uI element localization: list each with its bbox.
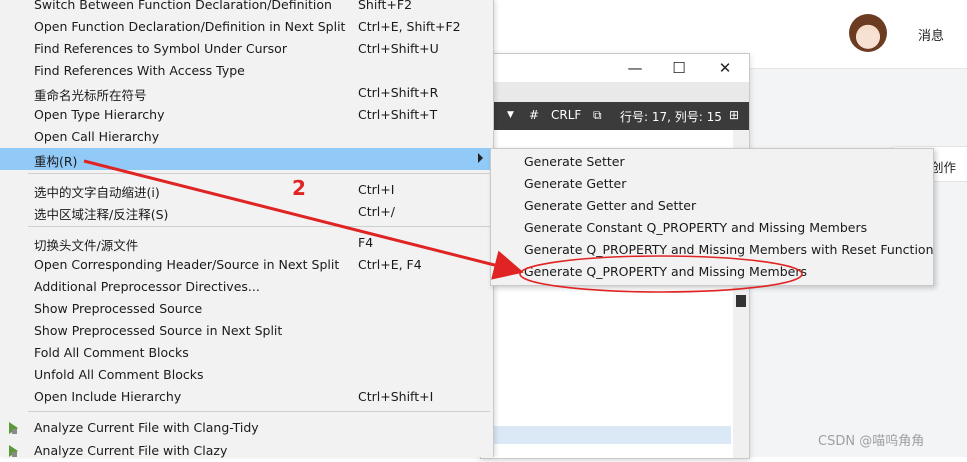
refactor-submenu: Generate Setter Generate Getter Generate… — [490, 148, 934, 286]
scrollbar-thumb[interactable] — [736, 295, 746, 307]
menu-item-open-include-hierarchy[interactable]: Open Include Hierarchy Ctrl+Shift+I — [0, 386, 493, 408]
menu-separator — [28, 226, 490, 227]
editor-status-bar: ▼ # CRLF ⧉ 行号: 17, 列号: 15 ⊞ — [481, 102, 749, 130]
menu-item-open-call-hierarchy[interactable]: Open Call Hierarchy — [0, 126, 493, 148]
menu-item-toggle-comment[interactable]: 选中区域注释/反注释(S) Ctrl+/ — [0, 201, 493, 223]
hash-indicator[interactable]: # — [529, 108, 539, 122]
analyze-run-icon — [9, 445, 18, 457]
menu-item-open-type-hierarchy[interactable]: Open Type Hierarchy Ctrl+Shift+T — [0, 104, 493, 126]
dropdown-icon[interactable]: ▼ — [507, 110, 514, 120]
menu-item-refactor[interactable]: 重构(R) — [0, 148, 493, 170]
menu-item-auto-indent[interactable]: 选中的文字自动缩进(i) Ctrl+I — [0, 179, 493, 201]
editor-tab-strip — [481, 82, 749, 103]
menu-item-show-preprocessed-source-next-split[interactable]: Show Preprocessed Source in Next Split — [0, 320, 493, 342]
menu-item-rename-symbol[interactable]: 重命名光标所在符号 Ctrl+Shift+R — [0, 82, 493, 104]
maximize-icon[interactable]: ☐ — [669, 58, 689, 78]
editor-title-bar: — ☐ ✕ — [481, 54, 749, 82]
menu-item-unfold-comment-blocks[interactable]: Unfold All Comment Blocks — [0, 364, 493, 386]
close-icon[interactable]: ✕ — [715, 58, 735, 78]
avatar[interactable] — [849, 14, 887, 52]
minimize-icon[interactable]: — — [625, 58, 645, 78]
submenu-item-generate-getter-setter[interactable]: Generate Getter and Setter — [491, 195, 933, 217]
menu-item-switch-header-source[interactable]: 切换头文件/源文件 F4 — [0, 232, 493, 254]
copy-icon[interactable]: ⧉ — [593, 108, 602, 123]
menu-separator — [28, 411, 490, 412]
line-ending-indicator[interactable]: CRLF — [551, 108, 581, 122]
submenu-item-generate-qproperty-reset[interactable]: Generate Q_PROPERTY and Missing Members … — [491, 239, 934, 261]
menu-item-find-references[interactable]: Find References to Symbol Under Cursor Ct… — [0, 38, 493, 60]
messages-link[interactable]: 消息 — [918, 25, 944, 44]
context-menu: Switch Between Function Declaration/Defi… — [0, 0, 494, 458]
create-button-label: 创作 — [931, 160, 957, 175]
menu-item-analyze-clang-tidy[interactable]: Analyze Current File with Clang-Tidy — [0, 417, 493, 439]
submenu-arrow-icon — [478, 153, 483, 163]
menu-item-show-preprocessed-source[interactable]: Show Preprocessed Source — [0, 298, 493, 320]
submenu-item-generate-setter[interactable]: Generate Setter — [491, 151, 933, 173]
menu-item-open-header-source-next-split[interactable]: Open Corresponding Header/Source in Next… — [0, 254, 493, 276]
submenu-item-generate-qproperty[interactable]: Generate Q_PROPERTY and Missing Members — [491, 261, 933, 283]
cursor-position[interactable]: 行号: 17, 列号: 15 — [620, 108, 722, 125]
current-line-highlight — [481, 426, 731, 444]
analyze-run-icon — [9, 422, 18, 434]
menu-separator — [28, 173, 490, 174]
submenu-item-generate-getter[interactable]: Generate Getter — [491, 173, 933, 195]
watermark: CSDN @喵呜角角 — [818, 434, 925, 449]
split-icon[interactable]: ⊞ — [729, 108, 739, 122]
menu-item-find-references-access-type[interactable]: Find References With Access Type — [0, 60, 493, 82]
menu-item-fold-comment-blocks[interactable]: Fold All Comment Blocks — [0, 342, 493, 364]
menu-item-analyze-clazy[interactable]: Analyze Current File with Clazy — [0, 440, 493, 462]
menu-item-preprocessor-directives[interactable]: Additional Preprocessor Directives... — [0, 276, 493, 298]
annotation-step-number: 2 — [292, 176, 306, 200]
menu-item-switch-declaration-definition[interactable]: Switch Between Function Declaration/Defi… — [0, 0, 493, 16]
menu-item-open-declaration-next-split[interactable]: Open Function Declaration/Definition in … — [0, 16, 493, 38]
submenu-item-generate-constant-qproperty[interactable]: Generate Constant Q_PROPERTY and Missing… — [491, 217, 933, 239]
